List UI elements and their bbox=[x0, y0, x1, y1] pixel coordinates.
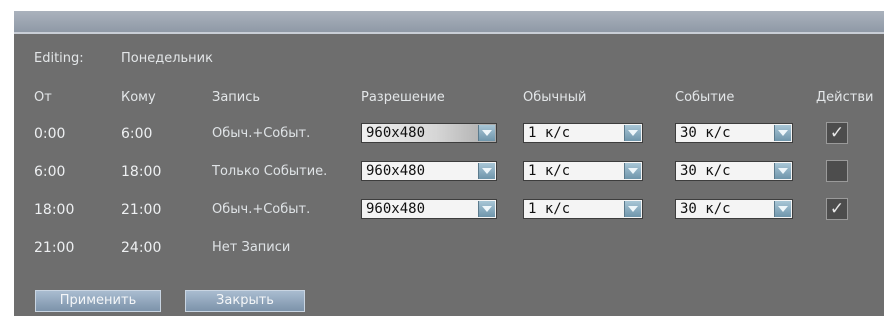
row-1-resolution-value: 960x480 bbox=[366, 125, 426, 141]
row-1-event-select[interactable]: 30 к/с bbox=[675, 123, 793, 143]
row-3-record: Обыч.+Событ. bbox=[212, 202, 311, 217]
header-resolution: Разрешение bbox=[361, 90, 445, 105]
row-1-normal-select[interactable]: 1 к/с bbox=[523, 123, 643, 143]
row-4-from: 21:00 bbox=[34, 240, 75, 256]
header-normal: Обычный bbox=[523, 90, 587, 105]
row-3-normal-select[interactable]: 1 к/с bbox=[523, 199, 643, 219]
header-record: Запись bbox=[212, 90, 261, 105]
row-3-to: 21:00 bbox=[121, 202, 162, 218]
row-2-event-value: 30 к/с bbox=[680, 163, 731, 179]
window-title-bar bbox=[14, 11, 884, 32]
row-2-event-select[interactable]: 30 к/с bbox=[675, 161, 793, 181]
row-1-from: 0:00 bbox=[34, 126, 66, 142]
row-2-record: Только Событие. bbox=[212, 164, 328, 179]
row-3-resolution-value: 960x480 bbox=[366, 201, 426, 217]
chevron-down-icon[interactable] bbox=[774, 201, 791, 217]
header-event: Событие bbox=[675, 90, 735, 105]
row-1-event-value: 30 к/с bbox=[680, 125, 731, 141]
row-1-record: Обыч.+Событ. bbox=[212, 126, 311, 141]
row-3-event-select[interactable]: 30 к/с bbox=[675, 199, 793, 219]
header-action: Действи bbox=[816, 90, 874, 105]
editing-day: Понедельник bbox=[121, 51, 213, 66]
row-3-action-checkbox[interactable]: ✓ bbox=[826, 198, 848, 220]
row-3-resolution-select[interactable]: 960x480 bbox=[361, 199, 497, 219]
row-2-action-checkbox[interactable] bbox=[826, 160, 848, 182]
chevron-down-icon[interactable] bbox=[774, 163, 791, 179]
row-3-from: 18:00 bbox=[34, 202, 75, 218]
row-1-resolution-select[interactable]: 960x480 bbox=[361, 123, 497, 143]
chevron-down-icon[interactable] bbox=[478, 201, 495, 217]
chevron-down-icon[interactable] bbox=[478, 125, 495, 141]
chevron-down-icon[interactable] bbox=[624, 163, 641, 179]
row-1-normal-value: 1 к/с bbox=[528, 125, 571, 141]
row-3-normal-value: 1 к/с bbox=[528, 201, 571, 217]
row-2-normal-value: 1 к/с bbox=[528, 163, 571, 179]
chevron-down-icon[interactable] bbox=[624, 201, 641, 217]
apply-button[interactable]: Применить bbox=[35, 290, 161, 312]
row-2-normal-select[interactable]: 1 к/с bbox=[523, 161, 643, 181]
row-2-from: 6:00 bbox=[34, 164, 66, 180]
editing-label: Editing: bbox=[34, 51, 84, 66]
header-from: От bbox=[34, 90, 52, 105]
header-to: Кому bbox=[121, 90, 156, 105]
row-3-event-value: 30 к/с bbox=[680, 201, 731, 217]
chevron-down-icon[interactable] bbox=[478, 163, 495, 179]
chevron-down-icon[interactable] bbox=[774, 125, 791, 141]
close-button[interactable]: Закрыть bbox=[185, 290, 305, 312]
row-1-action-checkbox[interactable]: ✓ bbox=[826, 122, 848, 144]
row-2-resolution-select[interactable]: 960x480 bbox=[361, 161, 497, 181]
chevron-down-icon[interactable] bbox=[624, 125, 641, 141]
row-2-resolution-value: 960x480 bbox=[366, 163, 426, 179]
row-1-to: 6:00 bbox=[121, 126, 153, 142]
row-2-to: 18:00 bbox=[121, 164, 162, 180]
row-4-to: 24:00 bbox=[121, 240, 162, 256]
row-4-record: Нет Записи bbox=[212, 240, 291, 255]
